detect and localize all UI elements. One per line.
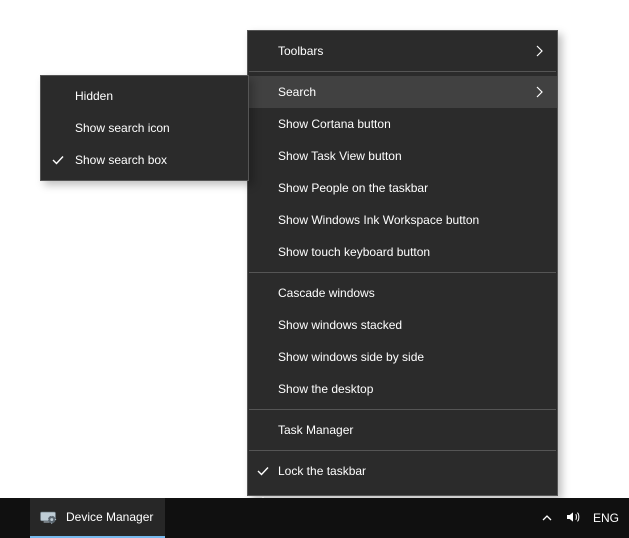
taskbar: Device Manager ENG (0, 498, 629, 538)
label: Cascade windows (278, 286, 543, 300)
menu-item-lock[interactable]: Lock the taskbar (248, 455, 557, 487)
submenu-item-show-icon[interactable]: Show search icon (41, 112, 248, 144)
label: Show Windows Ink Workspace button (278, 213, 543, 227)
menu-item-taskmgr[interactable]: Task Manager (248, 414, 557, 446)
taskbar-app-device-manager[interactable]: Device Manager (30, 498, 165, 538)
separator (249, 71, 556, 72)
menu-item-search[interactable]: Search (248, 76, 557, 108)
check-icon (41, 153, 75, 167)
taskbar-app-label: Device Manager (66, 510, 153, 524)
submenu-item-show-box[interactable]: Show search box (41, 144, 248, 176)
separator (249, 272, 556, 273)
separator (249, 450, 556, 451)
label: Show People on the taskbar (278, 181, 543, 195)
language-indicator[interactable]: ENG (593, 511, 619, 525)
taskbar-spacer (165, 498, 531, 538)
menu-item-taskview[interactable]: Show Task View button (248, 140, 557, 172)
separator (249, 409, 556, 410)
search-submenu: Hidden Show search icon Show search box (40, 75, 249, 181)
menu-item-cascade[interactable]: Cascade windows (248, 277, 557, 309)
menu-item-desktop[interactable]: Show the desktop (248, 373, 557, 405)
label: Task Manager (278, 423, 543, 437)
volume-icon[interactable] (565, 509, 581, 528)
menu-item-toolbars[interactable]: Toolbars (248, 35, 557, 67)
menu-item-ink[interactable]: Show Windows Ink Workspace button (248, 204, 557, 236)
taskbar-start-area[interactable] (0, 498, 30, 538)
label: Show touch keyboard button (278, 245, 543, 259)
check-icon (248, 464, 278, 478)
taskbar-context-menu: Toolbars Search Show Cortana button Show… (247, 30, 558, 496)
menu-item-touchkb[interactable]: Show touch keyboard button (248, 236, 557, 268)
tray-overflow-icon[interactable] (541, 512, 553, 524)
label: Show search icon (75, 121, 234, 135)
label: Show search box (75, 153, 234, 167)
label: Lock the taskbar (278, 464, 543, 478)
menu-item-stacked[interactable]: Show windows stacked (248, 309, 557, 341)
label: Show Task View button (278, 149, 543, 163)
submenu-item-hidden[interactable]: Hidden (41, 80, 248, 112)
label: Search (278, 85, 527, 99)
system-tray: ENG (531, 498, 629, 538)
menu-item-cortana[interactable]: Show Cortana button (248, 108, 557, 140)
label: Show the desktop (278, 382, 543, 396)
device-manager-icon (38, 507, 58, 527)
label: Show windows stacked (278, 318, 543, 332)
chevron-right-icon (527, 86, 543, 98)
menu-item-sidebyside[interactable]: Show windows side by side (248, 341, 557, 373)
menu-item-people[interactable]: Show People on the taskbar (248, 172, 557, 204)
label: Hidden (75, 89, 234, 103)
label: Show windows side by side (278, 350, 543, 364)
label: Show Cortana button (278, 117, 543, 131)
chevron-right-icon (527, 45, 543, 57)
label: Toolbars (278, 44, 527, 58)
